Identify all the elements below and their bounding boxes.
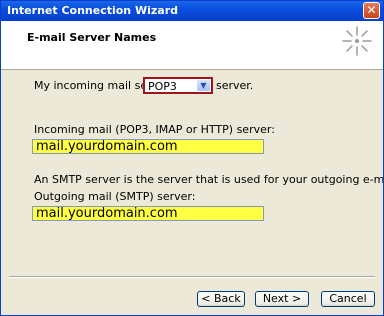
cancel-button[interactable]: Cancel <box>321 291 375 307</box>
server-type-value: POP3 <box>148 80 177 93</box>
back-button[interactable]: < Back <box>197 291 245 307</box>
footer-divider <box>9 276 375 278</box>
smtp-description: An SMTP server is the server that is use… <box>34 173 384 186</box>
outgoing-server-label: Outgoing mail (SMTP) server: <box>34 190 196 203</box>
server-type-suffix-label: server. <box>216 79 254 92</box>
close-button[interactable]: ✕ <box>363 2 380 19</box>
next-button[interactable]: Next > <box>255 291 309 307</box>
server-type-select[interactable]: POP3 ▼ <box>143 77 213 94</box>
wizard-window: Internet Connection Wizard ✕ E-mail Serv… <box>0 0 384 316</box>
wizard-body: My incoming mail server is a POP3 ▼ serv… <box>1 70 383 275</box>
wizard-sparkle-icon <box>342 26 372 56</box>
page-title: E-mail Server Names <box>27 31 157 44</box>
title-bar[interactable]: Internet Connection Wizard ✕ <box>1 1 383 21</box>
window-title: Internet Connection Wizard <box>7 4 178 17</box>
wizard-header: E-mail Server Names <box>1 21 383 70</box>
close-icon: ✕ <box>366 3 377 17</box>
outgoing-server-input[interactable]: mail.yourdomain.com <box>32 206 264 221</box>
incoming-server-label: Incoming mail (POP3, IMAP or HTTP) serve… <box>34 123 275 136</box>
chevron-down-icon[interactable]: ▼ <box>197 80 210 91</box>
incoming-server-input[interactable]: mail.yourdomain.com <box>32 139 264 154</box>
